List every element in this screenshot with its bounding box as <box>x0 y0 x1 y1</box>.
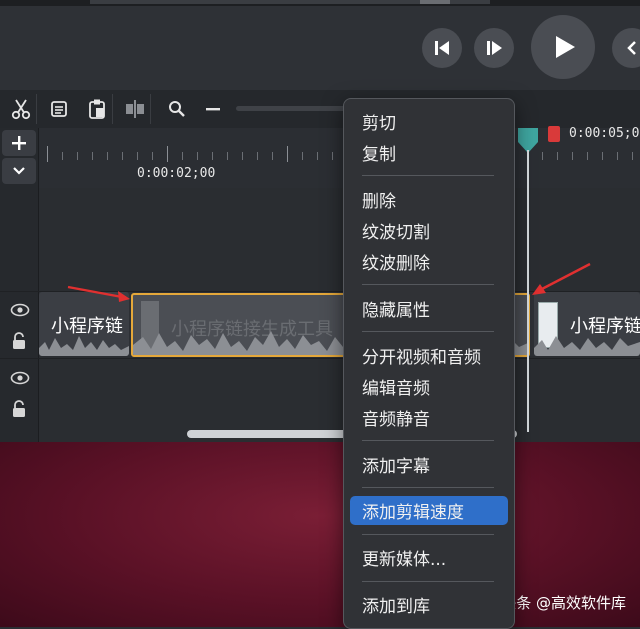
search-icon <box>169 101 185 117</box>
ruler-tick <box>572 152 573 160</box>
playhead-line <box>527 150 529 432</box>
menu-item-add-captions[interactable]: 添加字幕 <box>350 450 508 479</box>
ruler-label-2s: 0:00:02;00 <box>137 166 216 181</box>
menu-separator <box>362 487 494 488</box>
ruler-tick <box>257 152 258 160</box>
menu-separator <box>362 284 494 285</box>
ruler-tick <box>167 146 168 162</box>
annotation-arrow-right <box>532 262 591 295</box>
annotation-arrow-left <box>67 285 130 302</box>
menu-item-add-clip-speed[interactable]: 添加剪辑速度 <box>350 496 508 525</box>
track-header-column <box>0 128 39 442</box>
ruler-tick <box>617 152 618 160</box>
zoom-out-button[interactable] <box>198 94 228 124</box>
menu-item-cut[interactable]: 剪切 <box>350 107 508 136</box>
end-marker[interactable] <box>548 126 560 142</box>
ruler-tick <box>212 152 213 160</box>
ruler-label-5s: 0:00:05;04 <box>569 126 640 141</box>
prev-icon <box>627 41 636 55</box>
ruler-tick <box>197 152 198 160</box>
ruler-tick <box>557 152 558 160</box>
ruler-tick <box>182 152 183 160</box>
step-back-icon <box>435 41 449 55</box>
ruler-tick <box>152 152 153 160</box>
track1-visibility-toggle[interactable] <box>10 302 30 317</box>
ruler-tick <box>332 152 333 160</box>
track1-lock-toggle[interactable] <box>11 332 27 350</box>
ruler-tick <box>602 152 603 160</box>
ruler-tick <box>137 152 138 160</box>
play-button[interactable] <box>531 15 595 79</box>
menu-item-delete[interactable]: 删除 <box>350 185 508 214</box>
add-track-button[interactable] <box>2 130 36 156</box>
timeline-tracks: 小程序链 小程序链接生成工具 小程序链 <box>39 188 640 442</box>
zoom-slider[interactable] <box>236 106 346 111</box>
chevron-down-icon <box>13 167 25 175</box>
menu-item-mute-audio[interactable]: 音频静音 <box>350 403 508 432</box>
ruler-tick <box>272 152 273 160</box>
menu-item-copy[interactable]: 复制 <box>350 138 508 167</box>
step-back-button[interactable] <box>422 28 462 68</box>
split-tool[interactable] <box>120 94 151 124</box>
ruler-tick <box>587 152 588 160</box>
cut-tool[interactable] <box>6 94 37 124</box>
split-icon <box>126 100 144 118</box>
previous-button[interactable] <box>612 28 640 68</box>
context-menu: 剪切 复制 删除 纹波切割 纹波删除 隐藏属性 分开视频和音频 编辑音频 音频静… <box>343 98 515 629</box>
ruler-tick <box>62 152 63 160</box>
menu-separator <box>362 440 494 441</box>
menu-separator <box>362 175 494 176</box>
canvas-background: 头条 @高效软件库 <box>0 442 640 627</box>
ruler-tick <box>242 152 243 160</box>
media-clip-right[interactable]: 小程序链 <box>534 292 640 356</box>
collapse-tracks-button[interactable] <box>2 158 36 184</box>
ruler-tick <box>47 146 48 162</box>
transport-bar <box>0 6 640 90</box>
eye-icon <box>10 303 30 317</box>
menu-item-add-to-library[interactable]: 添加到库 <box>350 590 508 619</box>
zoom-out-icon <box>206 108 220 111</box>
copy-tool[interactable] <box>44 94 74 124</box>
menu-item-ripple-delete[interactable]: 纹波删除 <box>350 247 508 276</box>
audio-waveform <box>534 336 640 356</box>
scissors-icon <box>11 99 31 120</box>
zoom-search-tool[interactable] <box>162 94 192 124</box>
ruler-tick <box>92 152 93 160</box>
menu-separator <box>362 581 494 582</box>
ruler-tick <box>227 152 228 160</box>
eye-icon <box>10 371 30 385</box>
track2-lock-toggle[interactable] <box>11 400 27 418</box>
menu-item-update-media[interactable]: 更新媒体... <box>350 543 508 572</box>
menu-separator <box>362 331 494 332</box>
ruler-tick <box>287 146 288 162</box>
plus-icon <box>12 136 26 150</box>
play-icon <box>556 36 575 58</box>
step-forward-button[interactable] <box>474 28 514 68</box>
paste-icon <box>89 99 105 119</box>
ruler-tick <box>317 152 318 160</box>
ruler-tick <box>302 152 303 160</box>
track2-visibility-toggle[interactable] <box>10 370 30 385</box>
track-divider <box>0 358 640 359</box>
ruler-tick <box>77 152 78 160</box>
menu-item-hide-properties[interactable]: 隐藏属性 <box>350 294 508 323</box>
ruler-tick <box>632 152 633 160</box>
ruler-tick <box>107 152 108 160</box>
menu-item-edit-audio[interactable]: 编辑音频 <box>350 372 508 401</box>
copy-icon <box>51 101 67 117</box>
lock-icon <box>13 332 25 349</box>
watermark: 头条 @高效软件库 <box>501 594 626 612</box>
menu-separator <box>362 534 494 535</box>
track-2 <box>39 360 640 428</box>
paste-tool[interactable] <box>82 94 113 124</box>
menu-item-ripple-split[interactable]: 纹波切割 <box>350 216 508 245</box>
audio-waveform <box>39 336 129 356</box>
ruler-tick <box>122 152 123 160</box>
menu-item-separate-audio-video[interactable]: 分开视频和音频 <box>350 341 508 370</box>
ruler-tick <box>542 152 543 160</box>
step-forward-icon <box>487 41 502 55</box>
lock-icon <box>13 400 25 417</box>
